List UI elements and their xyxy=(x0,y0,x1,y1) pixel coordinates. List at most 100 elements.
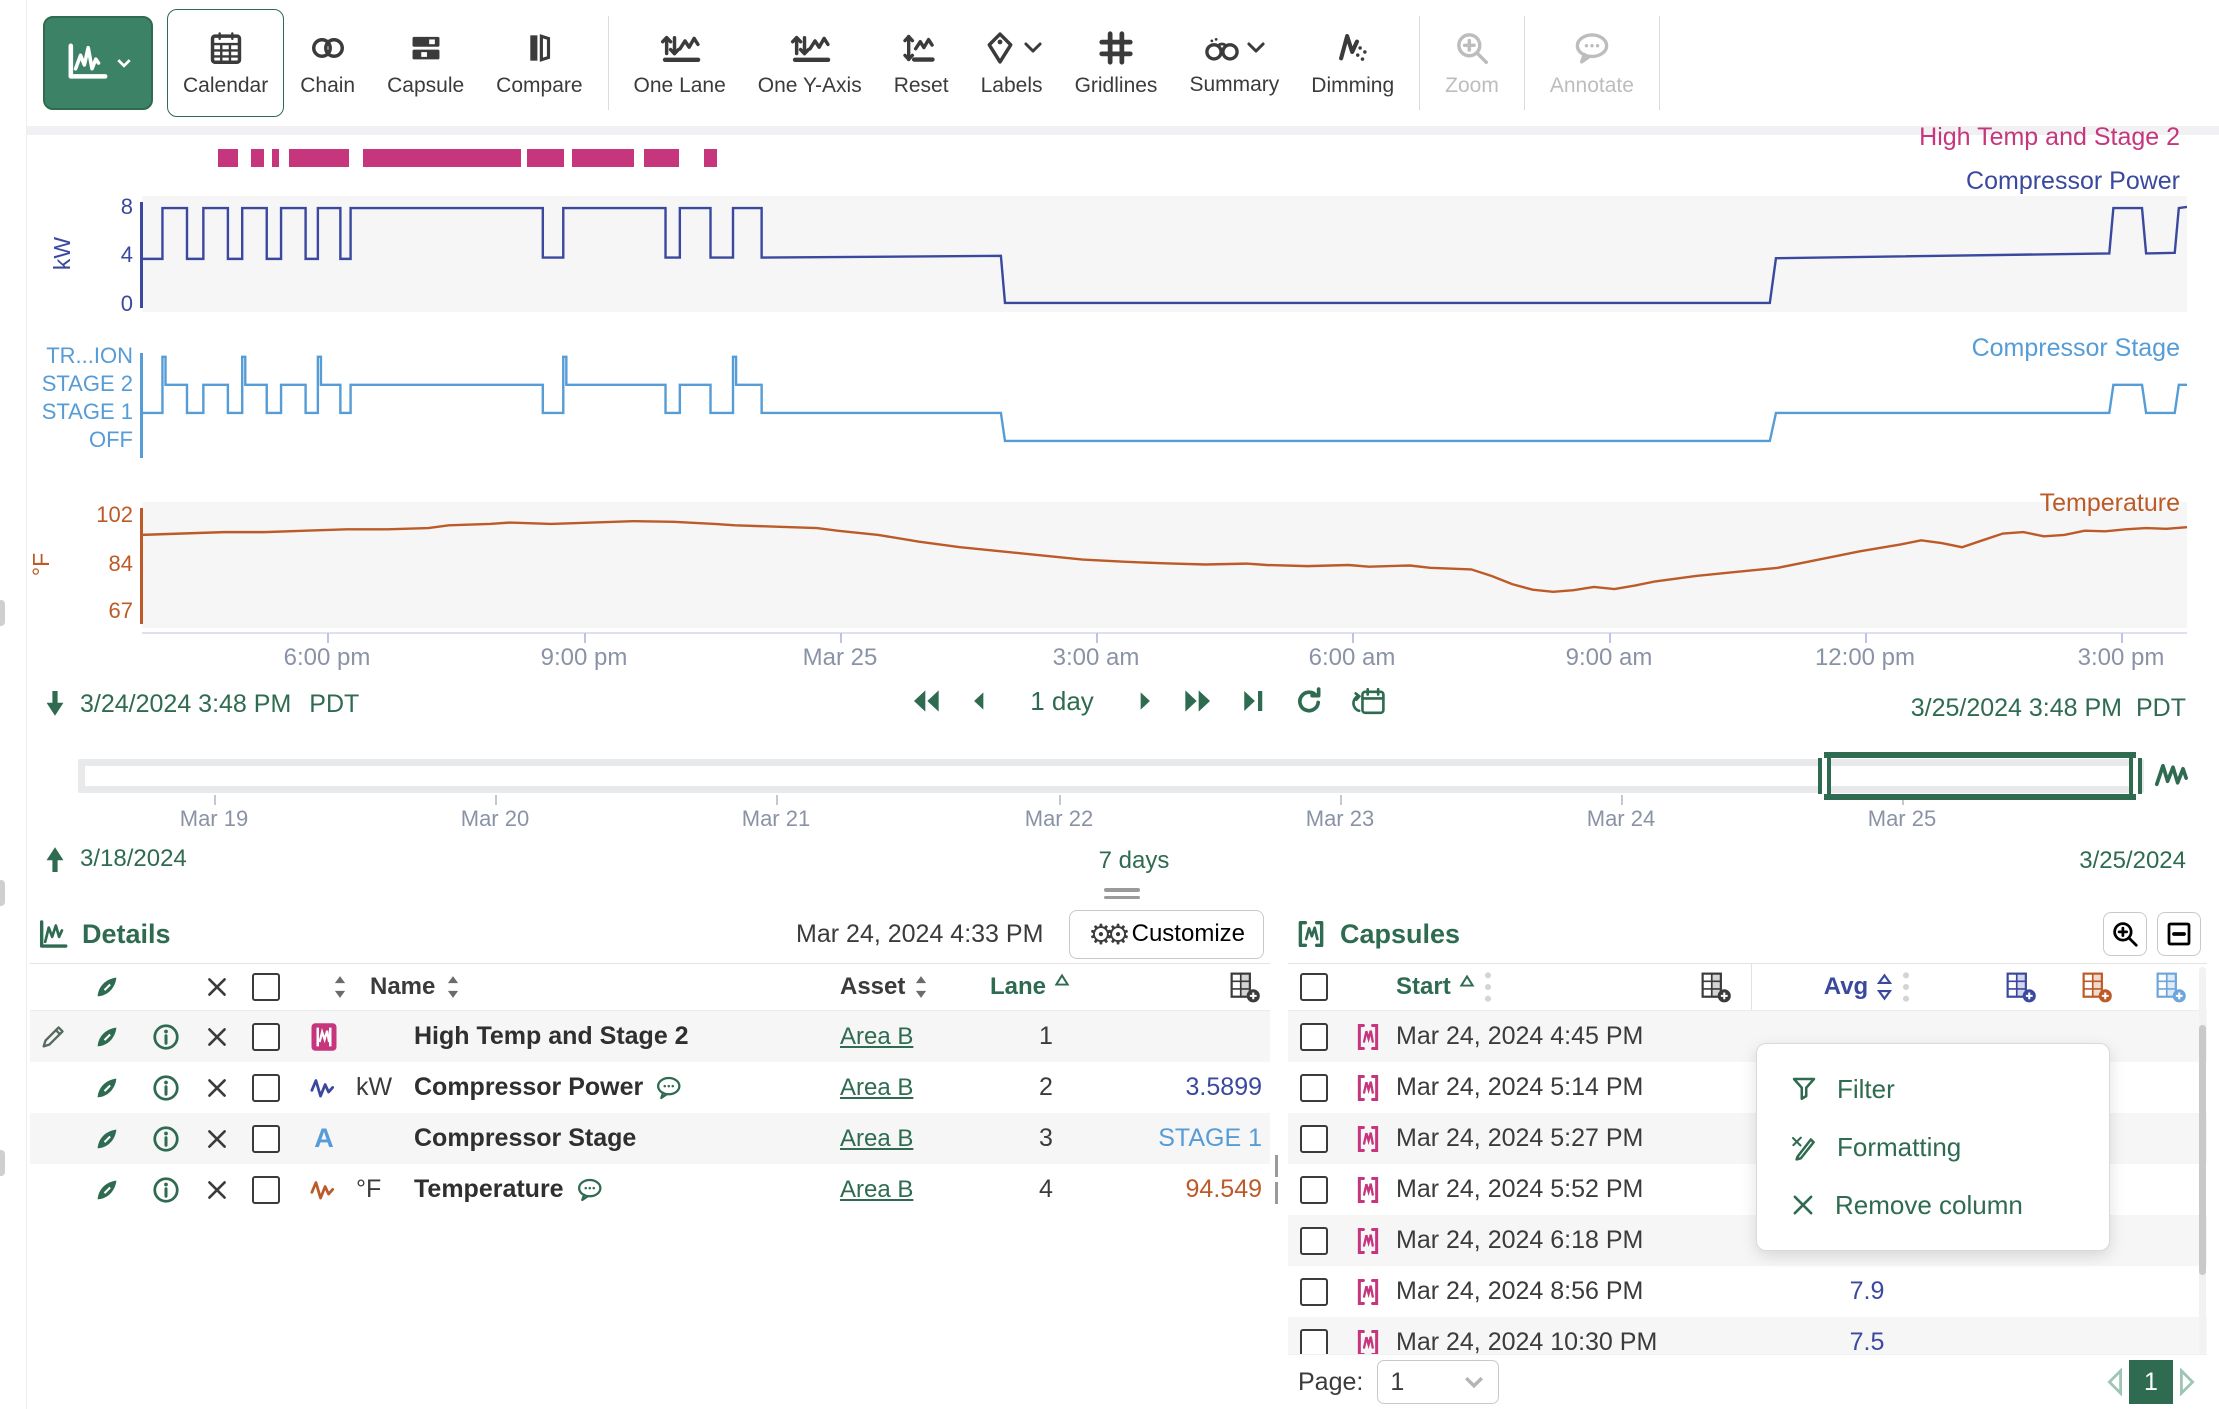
info-icon[interactable] xyxy=(138,1164,194,1215)
row-checkbox[interactable] xyxy=(252,1074,280,1102)
menu-item-filter[interactable]: Filter xyxy=(1757,1060,2109,1118)
toolbar-annotate[interactable]: Annotate xyxy=(1534,9,1650,117)
column-header-lane[interactable]: Lane xyxy=(990,964,1102,1010)
item-asset-link[interactable]: Area B xyxy=(840,1113,990,1164)
investigate-start-text[interactable]: 3/18/2024 xyxy=(80,845,187,873)
overview-selection[interactable] xyxy=(1824,752,2136,800)
capsule-bar[interactable] xyxy=(251,149,264,167)
add-column-icon[interactable] xyxy=(1102,964,1270,1010)
page-size-select[interactable]: 1 xyxy=(1377,1360,1499,1404)
row-checkbox[interactable] xyxy=(252,1125,280,1153)
capsules-zoom-button[interactable] xyxy=(2103,912,2147,956)
add-column-temperature-icon[interactable] xyxy=(2059,964,2135,1010)
customize-button[interactable]: ⚙⚙ Customize xyxy=(1069,910,1264,959)
capsule-checkbox[interactable] xyxy=(1300,1176,1328,1204)
toolbar-chain[interactable]: Chain xyxy=(284,9,371,117)
condition-lane-label[interactable]: High Temp and Stage 2 xyxy=(1919,123,2180,152)
capsule-checkbox[interactable] xyxy=(1300,1278,1328,1306)
range-start-text[interactable]: 3/24/2024 3:48 PM xyxy=(80,690,291,719)
column-header-name[interactable]: Name xyxy=(356,964,840,1010)
item-name[interactable]: Compressor Stage xyxy=(414,1113,840,1164)
item-asset-link[interactable]: Area B xyxy=(840,1011,990,1062)
send-item-icon[interactable] xyxy=(76,1011,138,1062)
menu-item-formatting[interactable]: Formatting xyxy=(1757,1118,2109,1176)
step-forward-half-button[interactable] xyxy=(1182,685,1214,717)
select-all-checkbox[interactable] xyxy=(252,973,280,1001)
selection-left-handle[interactable] xyxy=(1818,758,1831,794)
lane-series-compressor-stage[interactable] xyxy=(142,347,2187,462)
edit-pencil-icon[interactable] xyxy=(30,1011,76,1062)
lane-label-compressor-power[interactable]: Compressor Power xyxy=(1966,167,2180,196)
row-checkbox[interactable] xyxy=(252,1176,280,1204)
overview-signal-icon[interactable] xyxy=(2152,758,2194,792)
toolbar-labels[interactable]: Labels xyxy=(965,9,1059,117)
edit-pencil-icon[interactable] xyxy=(30,1062,76,1113)
arrow-down-icon[interactable] xyxy=(42,688,68,720)
column-menu-icon[interactable] xyxy=(1483,971,1493,1003)
capsule-bar[interactable] xyxy=(289,149,349,167)
capsule-checkbox[interactable] xyxy=(1300,1074,1328,1102)
annotation-icon[interactable] xyxy=(576,1176,606,1204)
left-rail-handle[interactable] xyxy=(0,1150,5,1176)
capsule-bar[interactable] xyxy=(218,149,238,167)
toolbar-zoom[interactable]: Zoom xyxy=(1429,9,1515,117)
remove-item-icon[interactable] xyxy=(194,1011,240,1062)
item-asset-link[interactable]: Area B xyxy=(840,1164,990,1215)
capsule-bar[interactable] xyxy=(272,149,279,167)
left-rail-handle[interactable] xyxy=(0,600,5,626)
edit-pencil-icon[interactable] xyxy=(30,1113,76,1164)
send-item-icon[interactable] xyxy=(76,1062,138,1113)
item-name[interactable]: Temperature xyxy=(414,1164,840,1215)
auto-update-icon[interactable] xyxy=(1350,684,1388,718)
left-rail-handle[interactable] xyxy=(0,880,5,906)
toolbar-one-lane[interactable]: One Lane xyxy=(618,9,742,117)
capsule-bar[interactable] xyxy=(704,149,717,167)
investigate-range-duration[interactable]: 7 days xyxy=(1034,847,1234,875)
capsules-scrollbar-thumb[interactable] xyxy=(2199,1025,2206,1275)
item-name[interactable]: Compressor Power xyxy=(414,1062,840,1113)
page-next-button[interactable] xyxy=(2177,1368,2197,1396)
selection-right-handle[interactable] xyxy=(2129,758,2142,794)
item-name[interactable]: High Temp and Stage 2 xyxy=(414,1011,840,1062)
send-item-icon[interactable] xyxy=(76,1113,138,1164)
info-icon[interactable] xyxy=(138,1062,194,1113)
remove-item-icon[interactable] xyxy=(194,1113,240,1164)
column-header-avg[interactable]: Avg xyxy=(1751,964,1983,1010)
send-all-icon[interactable] xyxy=(76,964,138,1010)
item-asset-link[interactable]: Area B xyxy=(840,1062,990,1113)
capsule-checkbox[interactable] xyxy=(1300,1125,1328,1153)
send-item-icon[interactable] xyxy=(76,1164,138,1215)
step-back-half-button[interactable] xyxy=(910,685,942,717)
column-menu-icon[interactable] xyxy=(1901,971,1911,1003)
horizontal-splitter[interactable] xyxy=(1104,888,1140,903)
menu-item-remove-column[interactable]: Remove column xyxy=(1757,1176,2109,1234)
toolbar-gridlines[interactable]: Gridlines xyxy=(1059,9,1174,117)
capsule-bar[interactable] xyxy=(527,149,564,167)
range-duration[interactable]: 1 day xyxy=(1030,686,1094,717)
lane-series-temperature[interactable] xyxy=(142,502,2187,628)
range-end-text[interactable]: 3/25/2024 3:48 PM xyxy=(1911,694,2122,723)
lane-series-compressor-power[interactable] xyxy=(142,196,2187,312)
capsules-collapse-button[interactable] xyxy=(2157,912,2201,956)
capsule-bar[interactable] xyxy=(572,149,634,167)
column-header-asset[interactable]: Asset xyxy=(840,964,990,1010)
page-prev-button[interactable] xyxy=(2105,1368,2125,1396)
toolbar-compare[interactable]: Compare xyxy=(480,9,598,117)
capsule-bar[interactable] xyxy=(644,149,679,167)
toolbar-capsule[interactable]: Capsule xyxy=(371,9,480,117)
sort-icon[interactable] xyxy=(292,964,356,1010)
info-icon[interactable] xyxy=(138,1113,194,1164)
step-to-end-button[interactable] xyxy=(1238,685,1268,717)
page-current[interactable]: 1 xyxy=(2129,1360,2173,1404)
details-row-high-temp-and-stage-2[interactable]: High Temp and Stage 2 Area B 1 xyxy=(30,1011,1270,1062)
details-row-compressor-power[interactable]: kW Compressor Power Area B 2 3.5899 xyxy=(30,1062,1270,1113)
vertical-splitter[interactable] xyxy=(1272,905,1286,1409)
select-all-capsules-checkbox[interactable] xyxy=(1300,973,1328,1001)
info-icon[interactable] xyxy=(138,1011,194,1062)
refresh-icon[interactable] xyxy=(1292,684,1326,718)
investigate-range-end[interactable]: 3/25/2024 xyxy=(2079,847,2186,875)
step-back-button[interactable] xyxy=(966,685,992,717)
remove-item-icon[interactable] xyxy=(194,1164,240,1215)
annotation-icon[interactable] xyxy=(655,1074,685,1102)
details-row-temperature[interactable]: °F Temperature Area B 4 94.549 xyxy=(30,1164,1270,1215)
